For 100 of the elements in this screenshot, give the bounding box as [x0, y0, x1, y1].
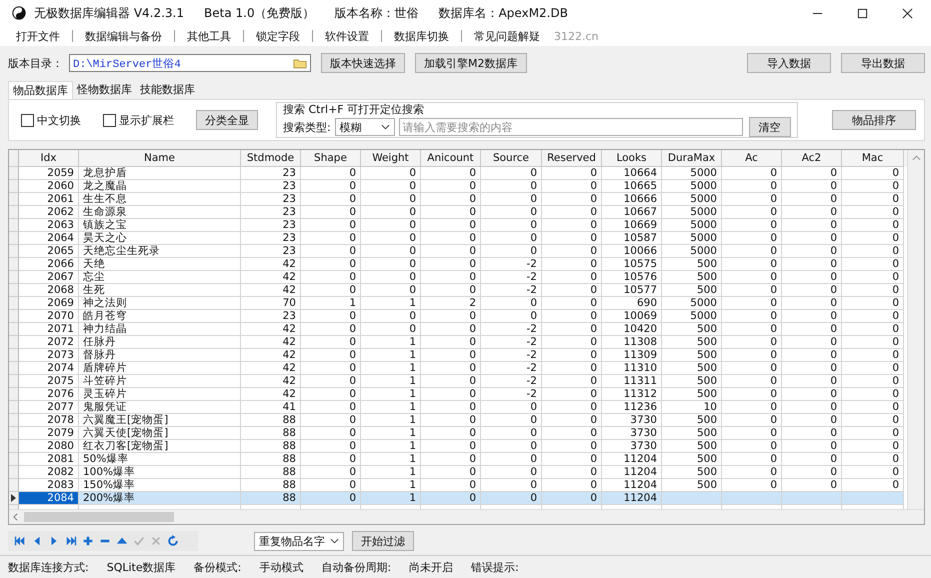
table-cell: 500 — [662, 258, 722, 271]
table-cell: 0 — [421, 219, 481, 232]
add-icon[interactable] — [82, 535, 94, 547]
caret-icon — [330, 538, 339, 544]
table-cell: 0 — [361, 284, 421, 297]
check-icon[interactable] — [133, 535, 145, 547]
column-header[interactable]: Ac2 — [782, 150, 842, 167]
data-button[interactable]: 导入数据 — [747, 53, 831, 73]
table-cell: 500 — [662, 362, 722, 375]
checkbox[interactable] — [103, 114, 116, 126]
menu-item[interactable]: 数据库切换 — [388, 28, 455, 44]
table-cell: 11310 — [602, 362, 662, 375]
table-cell: 42 — [241, 323, 301, 336]
column-header[interactable]: Ac — [722, 150, 782, 167]
table-cell: 10066 — [602, 245, 662, 258]
maximize-icon[interactable] — [857, 8, 868, 18]
refresh-icon[interactable] — [167, 535, 179, 547]
table-cell: 10664 — [602, 167, 662, 180]
table-cell: 0 — [722, 232, 782, 245]
column-header[interactable]: Looks — [602, 150, 662, 167]
column-header[interactable]: Shape — [301, 150, 361, 167]
table-cell: 0 — [842, 323, 904, 336]
column-header[interactable]: Stdmode — [241, 150, 301, 167]
table-cell: 1 — [361, 297, 421, 310]
table-cell: 500 — [662, 284, 722, 297]
table-cell: 0 — [542, 258, 602, 271]
table-cell: 0 — [722, 453, 782, 466]
cancel-icon[interactable] — [150, 535, 162, 547]
column-header[interactable]: Anicount — [421, 150, 481, 167]
checkbox[interactable] — [21, 114, 34, 126]
filter-button[interactable]: 开始过滤 — [352, 531, 414, 551]
column-header[interactable]: Source — [481, 150, 542, 167]
column-header[interactable]: Reserved — [542, 150, 602, 167]
menu-item[interactable]: 常见问题解疑 — [468, 28, 546, 44]
close-icon[interactable] — [902, 8, 913, 18]
table-cell: 0 — [301, 284, 361, 297]
table-cell: 0 — [842, 453, 904, 466]
column-header[interactable]: DuraMax — [662, 150, 722, 167]
folder-icon[interactable] — [293, 58, 307, 68]
table-cell: 0 — [782, 349, 842, 362]
version-button[interactable]: 加载引擎M2数据库 — [415, 53, 526, 73]
version-button[interactable]: 版本快速选择 — [321, 53, 405, 73]
table-cell: 0 — [722, 388, 782, 401]
horizontal-scrollbar[interactable] — [9, 509, 924, 524]
table-cell: 0 — [542, 414, 602, 427]
table-cell: 88 — [241, 492, 301, 505]
menu-item[interactable]: 其他工具 — [181, 28, 237, 44]
first-icon[interactable] — [14, 535, 26, 547]
table-cell: 2068 — [19, 284, 79, 297]
scroll-up-icon[interactable] — [912, 155, 920, 161]
table-cell: 0 — [481, 232, 542, 245]
table-cell: 1 — [361, 349, 421, 362]
tab[interactable]: 物品数据库 — [8, 81, 73, 99]
column-header[interactable]: Name — [79, 150, 241, 167]
table-cell: 23 — [241, 180, 301, 193]
scroll-thumb[interactable] — [24, 512, 174, 522]
search-field[interactable]: 请输入需要搜索的内容 — [398, 118, 743, 136]
sort-button[interactable]: 物品排序 — [832, 110, 916, 130]
menu-item[interactable]: 打开文件 — [10, 28, 66, 44]
table-cell: 500 — [662, 349, 722, 362]
scroll-left-icon[interactable] — [13, 513, 18, 521]
column-header[interactable]: Idx — [19, 150, 79, 167]
table-cell: 11204 — [602, 466, 662, 479]
table-cell: 88 — [241, 414, 301, 427]
row-header[interactable] — [9, 492, 19, 505]
table-cell: 5000 — [662, 167, 722, 180]
data-button[interactable]: 导出数据 — [841, 53, 925, 73]
table-cell: 0 — [542, 193, 602, 206]
menu-item[interactable]: 数据编辑与备份 — [79, 28, 168, 44]
table-cell: 0 — [722, 349, 782, 362]
menu-item[interactable]: 锁定字段 — [250, 28, 306, 44]
table-cell: 0 — [421, 245, 481, 258]
search-type-dropdown[interactable]: 模糊 — [334, 118, 395, 136]
table-cell: 2079 — [19, 427, 79, 440]
clear-button[interactable]: 清空 — [748, 117, 791, 137]
status-text: 手动模式 — [259, 560, 304, 574]
table-cell: 42 — [241, 362, 301, 375]
menu-item[interactable]: 软件设置 — [319, 28, 375, 44]
table-cell: 2070 — [19, 310, 79, 323]
table-cell: 0 — [542, 167, 602, 180]
table-cell: 0 — [842, 349, 904, 362]
table-cell: -2 — [481, 336, 542, 349]
table-cell: 0 — [782, 388, 842, 401]
table-cell: 0 — [301, 206, 361, 219]
column-header[interactable]: Weight — [361, 150, 421, 167]
table-cell: 0 — [782, 284, 842, 297]
table-cell: 天绝 — [79, 258, 241, 271]
table-cell: 0 — [842, 375, 904, 388]
last-icon[interactable] — [65, 535, 77, 547]
table-cell: 0 — [301, 167, 361, 180]
vertical-scrollbar[interactable] — [907, 150, 924, 509]
table-cell: 0 — [421, 284, 481, 297]
table-cell: 0 — [301, 258, 361, 271]
table-cell: 42 — [241, 349, 301, 362]
column-header[interactable]: Mac — [842, 150, 904, 167]
table-cell: 0 — [722, 167, 782, 180]
path-field[interactable]: D:\MirServer世俗4 — [69, 54, 311, 72]
filter-dropdown[interactable]: 重复物品名字 — [254, 532, 344, 550]
table-cell: 1 — [361, 440, 421, 453]
show-all-button[interactable]: 分类全显 — [196, 110, 258, 130]
